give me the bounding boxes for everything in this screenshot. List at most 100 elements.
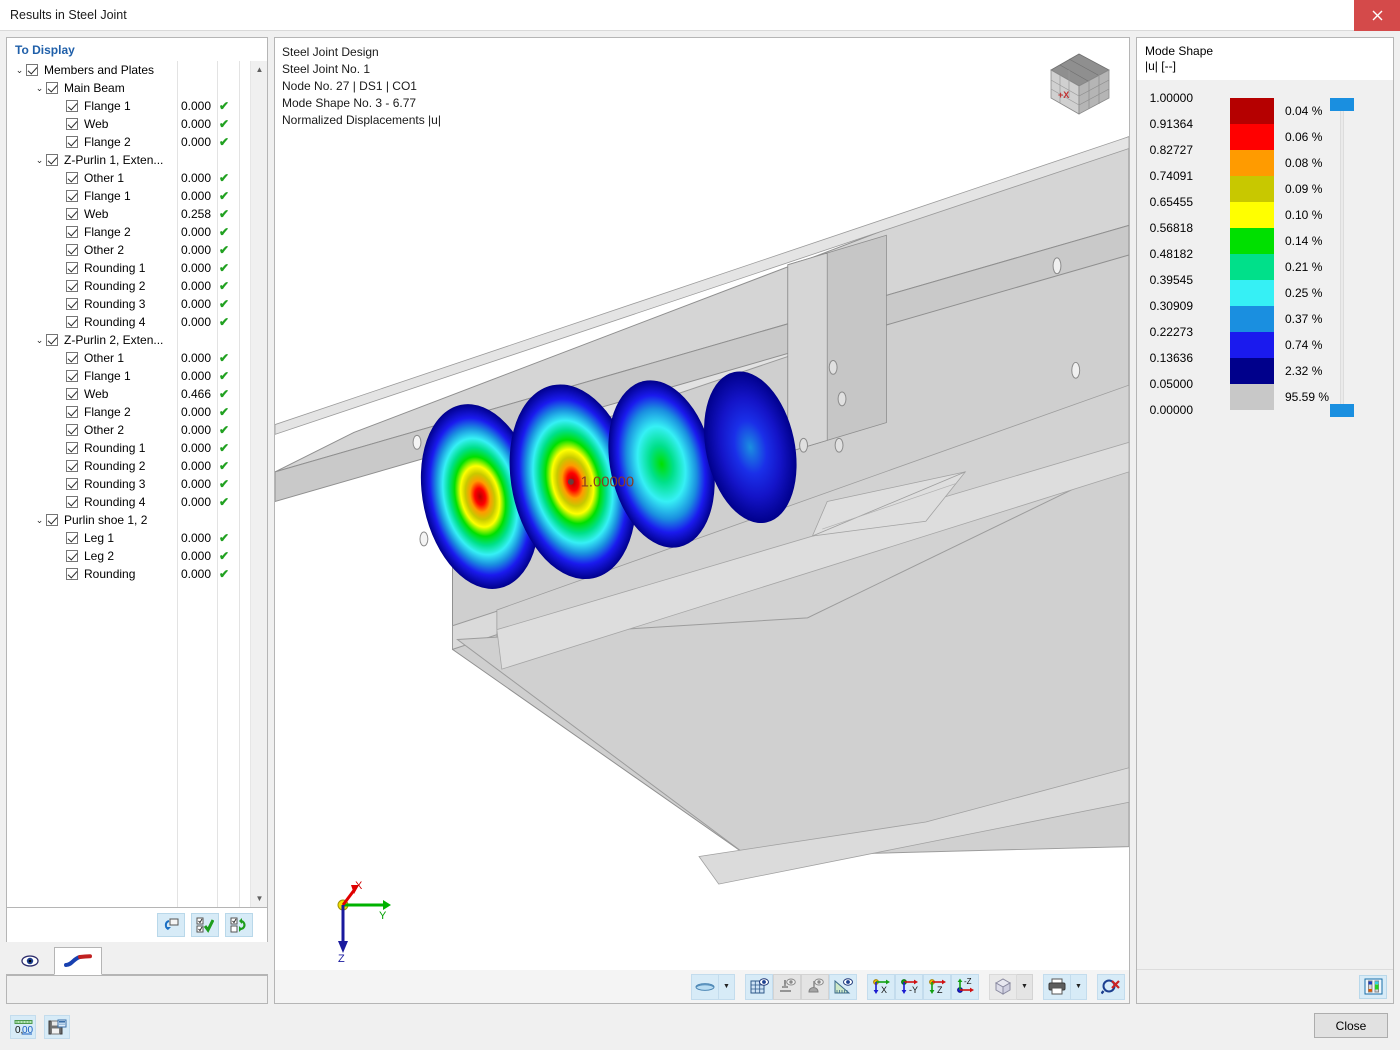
tree-checkbox[interactable] (66, 316, 78, 328)
tree-row[interactable]: Rounding 2 0.000 ✔ (7, 277, 267, 295)
viewport-3d[interactable]: 1.00000 Steel Joint Design Steel Joint N… (274, 37, 1130, 1004)
tree-checkbox[interactable] (46, 82, 58, 94)
view-in-minus-z-button[interactable]: -Z (951, 973, 979, 1000)
render-mode-dropdown[interactable]: ▼ (719, 973, 735, 1000)
check-all-icon[interactable] (191, 913, 219, 937)
tree-row[interactable]: Rounding 4 0.000 ✔ (7, 313, 267, 331)
tree-checkbox[interactable] (66, 298, 78, 310)
tree-row[interactable]: Leg 2 0.000 ✔ (7, 547, 267, 565)
tree-checkbox[interactable] (66, 550, 78, 562)
print-button[interactable] (1043, 973, 1071, 1000)
tree-row[interactable]: Flange 1 0.000 ✔ (7, 187, 267, 205)
tree-checkbox[interactable] (66, 370, 78, 382)
isometric-view-dropdown[interactable]: ▼ (1017, 973, 1033, 1000)
tree-checkbox[interactable] (66, 226, 78, 238)
tree-checkbox[interactable] (66, 118, 78, 130)
tree-checkbox[interactable] (66, 190, 78, 202)
tree-checkbox[interactable] (66, 442, 78, 454)
tree-checkbox[interactable] (66, 100, 78, 112)
legend-color-swatch[interactable] (1230, 228, 1274, 254)
view-in-z-button[interactable]: Z (923, 973, 951, 1000)
tree-checkbox[interactable] (66, 532, 78, 544)
legend-slider-thumb-bottom[interactable] (1330, 404, 1354, 417)
tree-row[interactable]: Rounding 1 0.000 ✔ (7, 259, 267, 277)
tree-checkbox[interactable] (66, 568, 78, 580)
tree-row[interactable]: Rounding 3 0.000 ✔ (7, 295, 267, 313)
restore-default-icon[interactable] (157, 913, 185, 937)
render-mode-button[interactable] (691, 973, 719, 1000)
export-button[interactable] (44, 1015, 70, 1039)
decimal-places-button[interactable]: 0, 00 (10, 1015, 36, 1039)
tree-row[interactable]: Other 2 0.000 ✔ (7, 421, 267, 439)
tree-row[interactable]: Flange 2 0.000 ✔ (7, 223, 267, 241)
legend-slider-track[interactable] (1340, 98, 1344, 416)
tab-results-diagram[interactable] (54, 947, 102, 975)
chevron-down-icon[interactable]: ⌄ (33, 155, 46, 166)
legend-color-swatch[interactable] (1230, 280, 1274, 306)
legend-color-swatch[interactable] (1230, 358, 1274, 384)
legend-color-swatch[interactable] (1230, 306, 1274, 332)
supports-button[interactable] (773, 973, 801, 1000)
tree-checkbox[interactable] (66, 280, 78, 292)
legend-color-swatch[interactable] (1230, 254, 1274, 280)
tree-checkbox[interactable] (66, 478, 78, 490)
legend-color-swatch[interactable] (1230, 98, 1274, 124)
window-close-icon[interactable] (1354, 0, 1400, 31)
close-button[interactable]: Close (1314, 1013, 1388, 1038)
tree-checkbox[interactable] (66, 496, 78, 508)
tree-checkbox[interactable] (66, 244, 78, 256)
scroll-up-icon[interactable]: ▲ (251, 61, 267, 78)
tree-checkbox[interactable] (66, 388, 78, 400)
tab-visibility[interactable] (6, 947, 54, 975)
invert-selection-icon[interactable] (225, 913, 253, 937)
isometric-view-button[interactable] (989, 973, 1017, 1000)
tree-checkbox[interactable] (26, 64, 38, 76)
tree-row[interactable]: ⌄ Main Beam (7, 79, 267, 97)
tree-row[interactable]: Rounding 2 0.000 ✔ (7, 457, 267, 475)
tree-row[interactable]: ⌄ Purlin shoe 1, 2 (7, 511, 267, 529)
legend-slider-thumb-top[interactable] (1330, 98, 1354, 111)
tree-row[interactable]: Rounding 0.000 ✔ (7, 565, 267, 583)
tree-row[interactable]: Web 0.000 ✔ (7, 115, 267, 133)
tree-row[interactable]: Flange 2 0.000 ✔ (7, 403, 267, 421)
tree-checkbox[interactable] (66, 136, 78, 148)
tree-row[interactable]: Rounding 1 0.000 ✔ (7, 439, 267, 457)
legend-settings-icon[interactable] (1359, 974, 1387, 999)
tree-checkbox[interactable] (46, 514, 58, 526)
chevron-down-icon[interactable]: ⌄ (33, 515, 46, 526)
legend-color-swatch[interactable] (1230, 332, 1274, 358)
tree-row[interactable]: Flange 2 0.000 ✔ (7, 133, 267, 151)
tree-checkbox[interactable] (46, 334, 58, 346)
chevron-down-icon[interactable]: ⌄ (33, 335, 46, 346)
tree-row[interactable]: Web 0.258 ✔ (7, 205, 267, 223)
tree-checkbox[interactable] (46, 154, 58, 166)
legend-color-swatch[interactable] (1230, 150, 1274, 176)
tree-row[interactable]: ⌄ Z-Purlin 2, Exten... (7, 331, 267, 349)
tree-vertical-scrollbar[interactable]: ▲ ▼ (250, 61, 267, 907)
tree-checkbox[interactable] (66, 262, 78, 274)
view-in-y-button[interactable]: -Y (895, 973, 923, 1000)
loads-button[interactable] (801, 973, 829, 1000)
tree-checkbox[interactable] (66, 460, 78, 472)
tree-row[interactable]: Rounding 4 0.000 ✔ (7, 493, 267, 511)
legend-color-swatch[interactable] (1230, 202, 1274, 228)
tree-row[interactable]: Flange 1 0.000 ✔ (7, 97, 267, 115)
legend-color-swatch[interactable] (1230, 124, 1274, 150)
tree-checkbox[interactable] (66, 172, 78, 184)
tree-checkbox[interactable] (66, 406, 78, 418)
legend-color-swatch[interactable] (1230, 176, 1274, 202)
tree-row[interactable]: Leg 1 0.000 ✔ (7, 529, 267, 547)
tree-row[interactable]: Flange 1 0.000 ✔ (7, 367, 267, 385)
view-in-x-button[interactable]: X (867, 973, 895, 1000)
tree-checkbox[interactable] (66, 424, 78, 436)
zoom-reset-button[interactable] (1097, 973, 1125, 1000)
grid-button[interactable] (745, 973, 773, 1000)
chevron-down-icon[interactable]: ⌄ (13, 65, 26, 76)
tree-scroll-area[interactable]: ⌄ Members and Plates ⌄ Main Beam Flange 1 0.0… (7, 61, 267, 907)
tree-row[interactable]: Rounding 3 0.000 ✔ (7, 475, 267, 493)
navigation-cube[interactable]: +X (1041, 48, 1117, 123)
print-dropdown[interactable]: ▼ (1071, 973, 1087, 1000)
tree-row[interactable]: Other 1 0.000 ✔ (7, 349, 267, 367)
scroll-down-icon[interactable]: ▼ (251, 890, 267, 907)
dimensions-button[interactable] (829, 973, 857, 1000)
